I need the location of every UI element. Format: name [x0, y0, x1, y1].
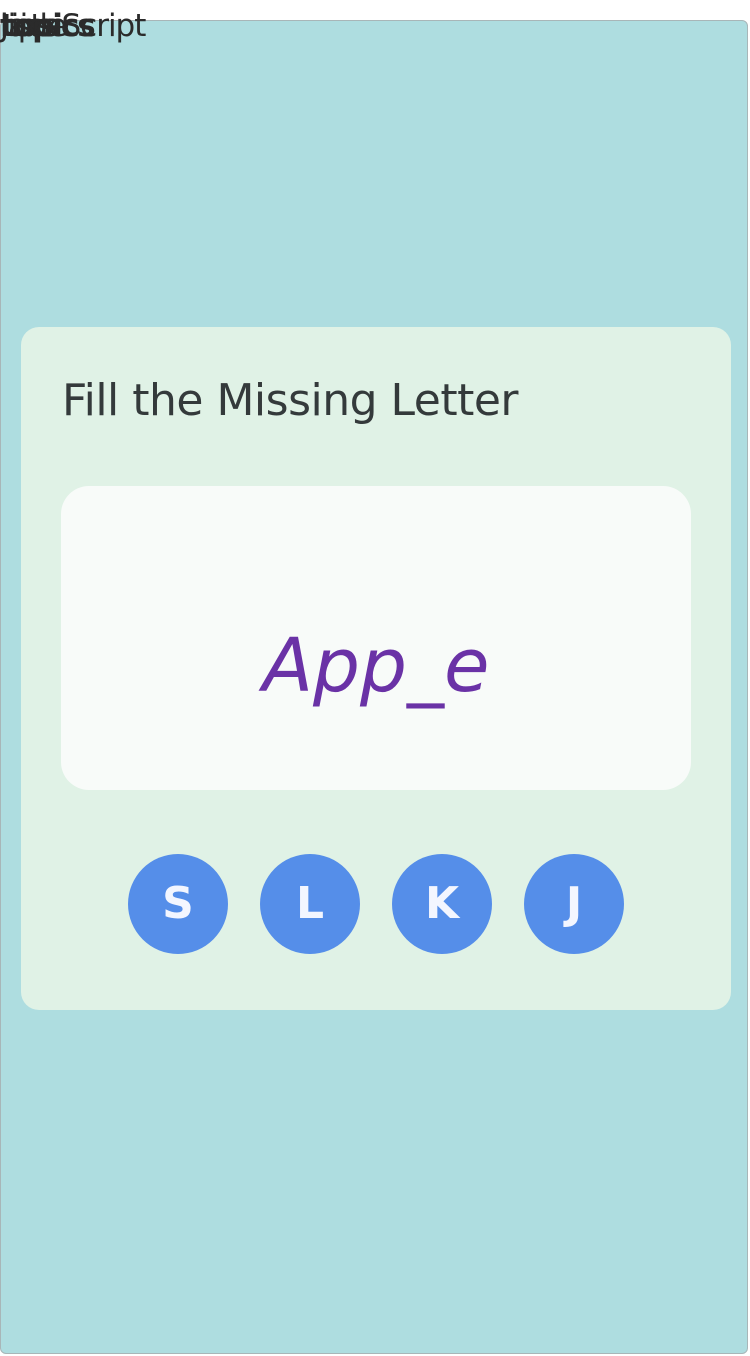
choice-button-j[interactable]: J [524, 854, 624, 954]
word-display-box: App_e [61, 486, 691, 790]
game-title: Fill the Missing Letter [62, 375, 519, 426]
letter-choices: S L K J [128, 854, 628, 954]
puzzle-word: App_e [262, 623, 490, 709]
overlapping-header-text: lists tips topics JavaScript hide [0, 6, 200, 46]
choice-button-s[interactable]: S [128, 854, 228, 954]
game-card: Fill the Missing Letter App_e S L K J [21, 327, 731, 1010]
choice-button-l[interactable]: L [260, 854, 360, 954]
choice-button-k[interactable]: K [392, 854, 492, 954]
game-screen: Fill the Missing Letter App_e S L K J [0, 20, 748, 1354]
overlay-text-hide: hide [0, 8, 68, 44]
